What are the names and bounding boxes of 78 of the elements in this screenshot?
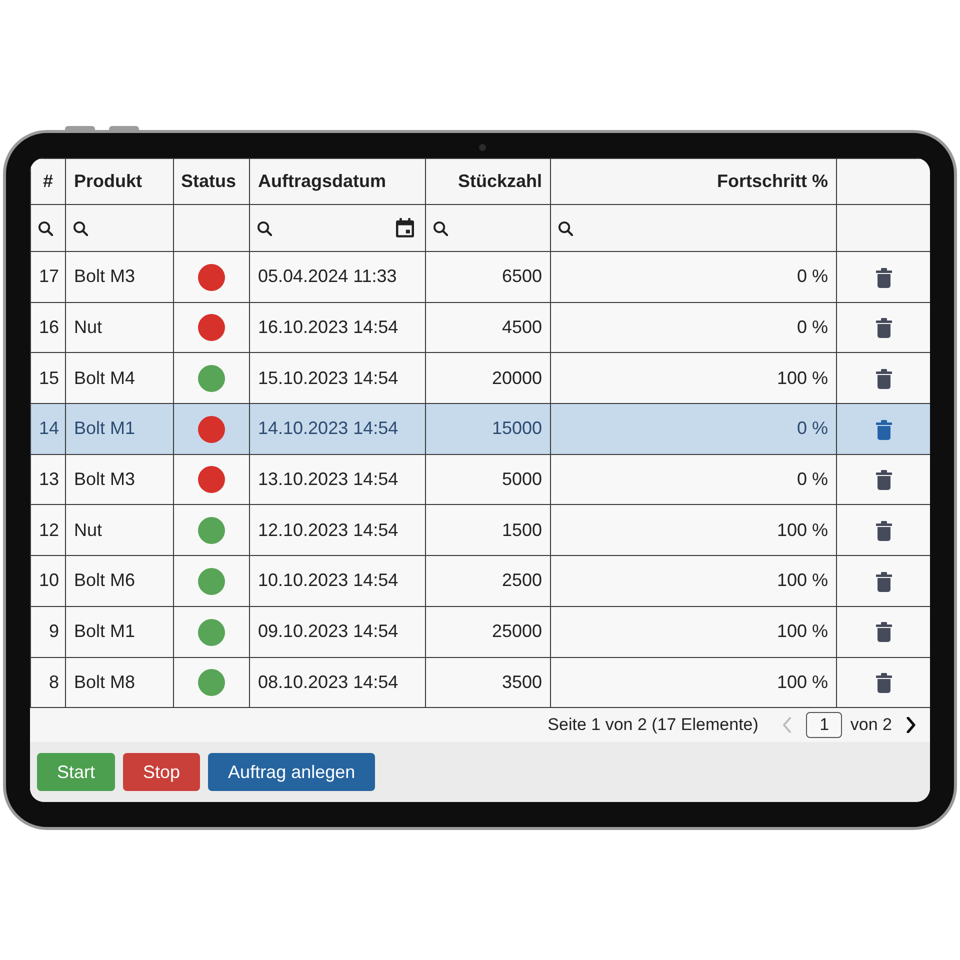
table-cell: 25000 [492,621,542,642]
action-button[interactable]: Auftrag anlegen [208,753,376,792]
table-cell: 5000 [502,469,542,490]
table-cell: Bolt M3 [74,469,136,490]
table-row[interactable]: 8 Bolt M8 08.10.2023 14:54 3500 100 % [30,657,930,708]
table-row[interactable]: 14 Bolt M1 14.10.2023 14:54 15000 0 % [30,404,930,454]
table-row[interactable]: 16 Nut 16.10.2023 14:54 4500 0 % [30,302,930,353]
table-cell: 100 % [776,368,828,388]
column-header[interactable]: # [42,171,53,191]
pager-summary: Seite 1 von 2 (17 Elemente) [548,714,758,736]
table-cell: 14 [38,418,59,438]
table-cell: 10.10.2023 14:54 [258,570,398,590]
trash-icon[interactable] [876,470,892,490]
table-row[interactable]: 9 Bolt M1 09.10.2023 14:54 25000 100 % [30,606,930,657]
table-cell: 9 [48,621,59,642]
table-cell: 0 % [796,418,828,438]
chevron-right-icon[interactable] [906,717,916,734]
calendar-icon[interactable] [396,218,414,238]
table-cell: 0 % [796,266,828,286]
table-cell: Nut [74,520,102,540]
table-cell: 12 [38,520,59,540]
trash-icon[interactable] [876,622,892,642]
table-cell: Bolt M1 [74,418,136,438]
table-cell: 15.10.2023 14:54 [258,368,398,388]
table-cell: 10 [38,570,59,590]
table-row[interactable]: 15 Bolt M4 15.10.2023 14:54 20000 100 % [30,352,930,404]
search-icon [257,220,272,236]
table-cell: Bolt M8 [74,672,136,692]
table-row[interactable]: 12 Nut 12.10.2023 14:54 1500 100 % [30,504,930,556]
trash-icon[interactable] [876,318,892,338]
trash-icon[interactable] [876,521,892,542]
table-row[interactable]: 13 Bolt M3 13.10.2023 14:54 5000 0 % [30,454,930,505]
table-cell: 16.10.2023 14:54 [258,317,398,338]
table-cell: 20000 [492,368,542,388]
table-cell: 08.10.2023 14:54 [258,672,398,692]
trash-icon[interactable] [876,420,892,440]
table-cell: 100 % [776,520,828,540]
table-cell: 15000 [492,418,542,438]
table-cell: Bolt M4 [74,368,136,388]
action-button[interactable]: Stop [123,753,200,792]
table-cell: 2500 [502,570,542,590]
table-row[interactable]: 10 Bolt M6 10.10.2023 14:54 2500 100 % [30,556,930,606]
table-cell: 14.10.2023 14:54 [258,418,398,438]
trash-icon[interactable] [876,368,892,389]
table-cell: 100 % [776,621,828,642]
table-cell: 6500 [502,266,542,286]
table-cell: Bolt M3 [74,266,136,286]
table-cell: 4500 [502,317,542,338]
table-cell: 8 [48,672,59,692]
table-cell: 05.04.2024 11:33 [258,266,397,286]
column-header[interactable]: Fortschritt % [716,171,828,191]
table-cell: 0 % [796,469,828,490]
table-cell: 13 [38,469,59,490]
table-cell: 15 [38,368,59,388]
trash-icon[interactable] [876,572,892,592]
trash-icon[interactable] [876,268,892,288]
table-row[interactable]: 17 Bolt M3 05.04.2024 11:33 6500 0 % [30,252,930,302]
table-cell: 100 % [776,570,828,590]
page-input[interactable]: 1 [806,712,842,738]
table-cell: Bolt M1 [74,621,136,642]
table-cell: 0 % [796,317,828,338]
search-icon [433,220,448,236]
table-cell: 100 % [776,672,828,692]
table-cell: 17 [38,266,59,286]
trash-icon[interactable] [876,673,892,694]
search-icon [73,220,88,236]
table-cell: Bolt M6 [74,570,136,590]
table-cell: 09.10.2023 14:54 [258,621,398,642]
search-icon [38,220,53,236]
search-icon [558,220,573,236]
camera-lens [479,144,486,151]
table-cell: 13.10.2023 14:54 [258,469,398,490]
table-cell: Nut [74,317,102,338]
table-cell: 3500 [502,672,542,692]
table-cell: 16 [38,317,59,338]
table-cell: 12.10.2023 14:54 [258,520,398,540]
page-count: von 2 [850,714,892,736]
table-cell: 1500 [502,520,542,540]
